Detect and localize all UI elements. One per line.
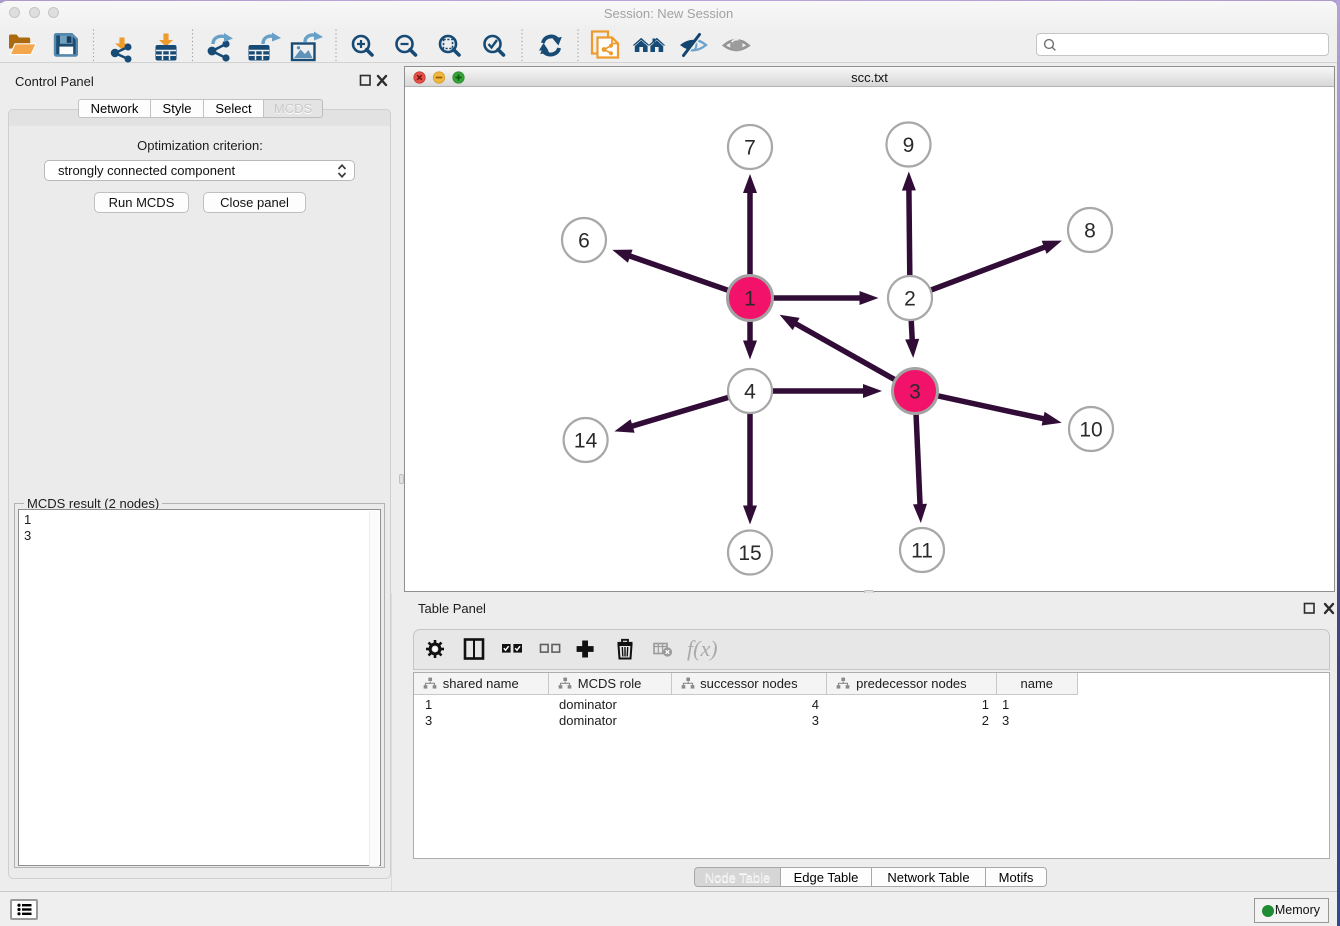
svg-text:3: 3	[909, 381, 921, 404]
svg-text:8: 8	[1084, 220, 1096, 243]
svg-text:9: 9	[903, 134, 915, 157]
svg-text:15: 15	[738, 542, 761, 565]
svg-text:1: 1	[744, 288, 756, 311]
svg-text:11: 11	[911, 540, 933, 563]
svg-text:2: 2	[904, 288, 916, 311]
svg-text:14: 14	[574, 430, 598, 453]
svg-text:7: 7	[744, 137, 756, 160]
svg-text:6: 6	[578, 230, 590, 253]
svg-text:f(x): f(x)	[687, 636, 718, 661]
svg-text:4: 4	[744, 381, 756, 404]
svg-text:10: 10	[1079, 419, 1102, 442]
